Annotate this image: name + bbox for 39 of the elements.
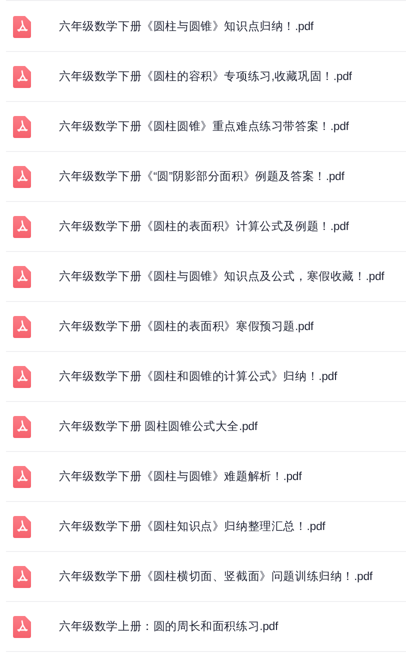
pdf-file-icon <box>13 166 31 188</box>
file-row[interactable]: 六年级数学下册《圆柱的表面积》计算公式及例题！.pdf <box>6 202 406 252</box>
file-name: 六年级数学下册《圆柱与圆锥》难题解析！.pdf <box>59 470 302 484</box>
file-name: 六年级数学下册《圆柱横切面、竖截面》问题训练归纳！.pdf <box>59 570 372 584</box>
file-name: 六年级数学下册《圆柱和圆锥的计算公式》归纳！.pdf <box>59 370 337 384</box>
file-name: 六年级数学上册：圆的周长和面积练习.pdf <box>59 620 278 634</box>
file-row[interactable]: 六年级数学下册《圆柱的容积》专项练习,收藏巩固！.pdf <box>6 52 406 102</box>
file-row[interactable]: 六年级数学下册《圆柱与圆锥》难题解析！.pdf <box>6 452 406 502</box>
pdf-file-icon <box>13 16 31 38</box>
file-row[interactable]: 六年级数学下册《圆柱的表面积》寒假预习题.pdf <box>6 302 406 352</box>
file-row[interactable]: 六年级数学下册《圆柱和圆锥的计算公式》归纳！.pdf <box>6 352 406 402</box>
pdf-file-icon <box>13 266 31 288</box>
pdf-file-icon <box>13 466 31 488</box>
file-row[interactable]: 六年级数学下册《圆柱横切面、竖截面》问题训练归纳！.pdf <box>6 552 406 602</box>
file-name: 六年级数学下册 圆柱圆锥公式大全.pdf <box>59 420 258 434</box>
file-row[interactable]: 六年级数学下册《圆柱圆锥》重点难点练习带答案！.pdf <box>6 102 406 152</box>
file-row[interactable]: 六年级数学下册《圆柱知识点》归纳整理汇总！.pdf <box>6 502 406 552</box>
file-row[interactable]: 六年级数学下册 圆柱圆锥公式大全.pdf <box>6 402 406 452</box>
pdf-file-icon <box>13 366 31 388</box>
pdf-file-icon <box>13 116 31 138</box>
pdf-file-icon <box>13 66 31 88</box>
file-name: 六年级数学下册《“圆”阴影部分面积》例题及答案！.pdf <box>59 169 344 184</box>
pdf-file-icon <box>13 616 31 638</box>
pdf-file-icon <box>13 316 31 338</box>
file-row[interactable]: 六年级数学下册《圆柱与圆锥》知识点及公式，寒假收藏！.pdf <box>6 252 406 302</box>
file-row[interactable]: 六年级数学上册：圆的周长和面积练习.pdf <box>6 602 406 652</box>
file-name: 六年级数学下册《圆柱与圆锥》知识点归纳！.pdf <box>59 20 314 34</box>
file-name: 六年级数学下册《圆柱的表面积》寒假预习题.pdf <box>59 319 314 334</box>
file-name: 六年级数学下册《圆柱圆锥》重点难点练习带答案！.pdf <box>59 119 349 134</box>
pdf-file-icon <box>13 566 31 588</box>
file-name: 六年级数学下册《圆柱与圆锥》知识点及公式，寒假收藏！.pdf <box>59 269 384 284</box>
file-name: 六年级数学下册《圆柱的容积》专项练习,收藏巩固！.pdf <box>59 69 352 84</box>
pdf-file-icon <box>13 416 31 438</box>
file-row[interactable]: 六年级数学下册《圆柱与圆锥》知识点归纳！.pdf <box>6 2 406 52</box>
file-name: 六年级数学下册《圆柱知识点》归纳整理汇总！.pdf <box>59 520 326 534</box>
file-name: 六年级数学下册《圆柱的表面积》计算公式及例题！.pdf <box>59 220 349 234</box>
pdf-file-icon <box>13 516 31 538</box>
pdf-file-icon <box>13 216 31 238</box>
file-row[interactable]: 六年级数学下册《“圆”阴影部分面积》例题及答案！.pdf <box>6 152 406 202</box>
